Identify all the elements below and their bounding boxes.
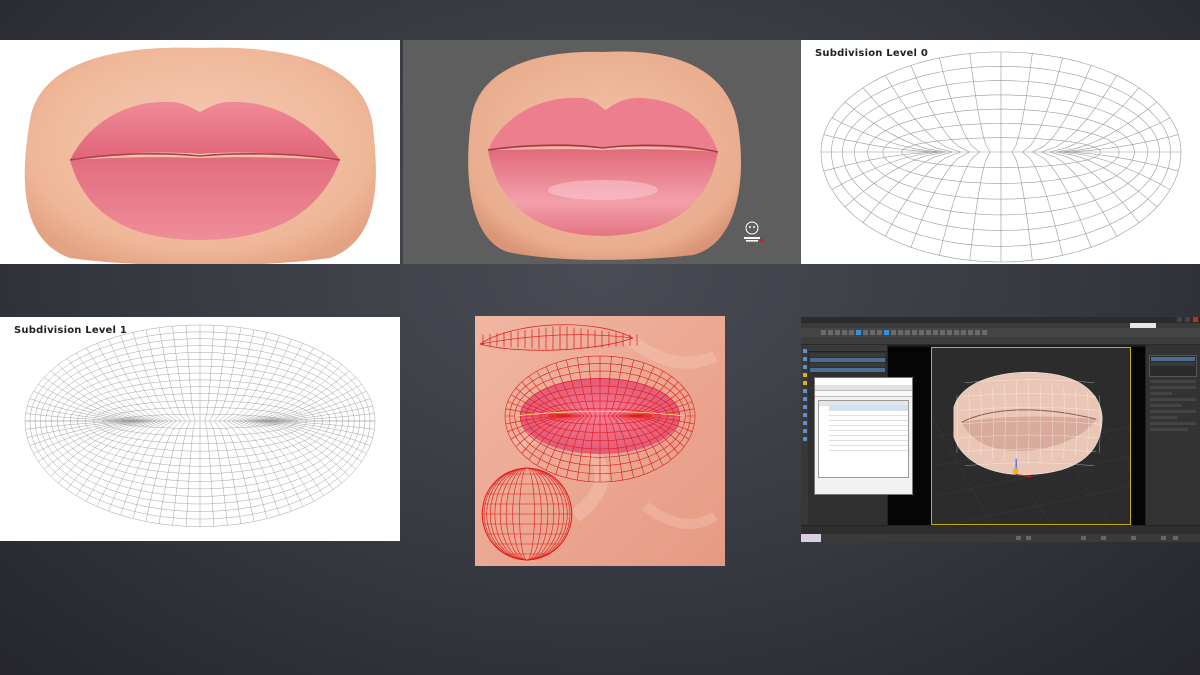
tool-icon[interactable] [802,405,807,409]
command-panel[interactable] [1145,345,1200,525]
perspective-viewport[interactable] [931,347,1131,525]
tool-icon[interactable] [802,365,807,369]
tool-button[interactable] [849,330,854,335]
tool-button[interactable] [919,330,924,335]
tool-button[interactable] [828,330,833,335]
tool-icon[interactable] [802,381,807,385]
3dsmax-screenshot-panel [801,317,1200,542]
viewport-lips-model [932,371,1130,524]
table-row[interactable] [829,446,908,451]
subdivision-level-0-label: Subdivision Level 0 [815,48,928,59]
tool-button[interactable] [982,330,987,335]
uv-map [475,316,725,566]
tool-icon[interactable] [802,397,807,401]
tool-button[interactable] [891,330,896,335]
tool-button[interactable] [961,330,966,335]
tool-button[interactable] [835,330,840,335]
material-dialog[interactable] [814,377,913,495]
tool-button[interactable] [877,330,882,335]
lips-render-grey [468,51,763,260]
list-item[interactable] [810,358,885,362]
ribbon[interactable] [801,337,1200,345]
list-item[interactable] [810,363,885,367]
tool-icon[interactable] [802,429,807,433]
status-bar [801,534,1200,542]
tool-button[interactable] [940,330,945,335]
wireframe-level-1 [24,324,376,527]
tool-button[interactable] [933,330,938,335]
maximize-icon[interactable] [1185,317,1190,322]
list-item[interactable] [810,353,885,357]
lips-render-white [24,47,376,264]
uv-layout-panel [475,316,725,566]
list-item[interactable] [810,368,885,372]
subdivision-level-0-panel: Subdivision Level 0 [801,40,1200,264]
dialog-title [815,378,912,385]
dialog-list[interactable] [818,400,909,478]
tool-button[interactable] [821,330,826,335]
render-grey-panel [403,40,801,264]
subdivision-level-1-panel: Subdivision Level 1 [0,317,400,541]
tool-button[interactable] [905,330,910,335]
watermark-logo-icon [744,221,763,242]
tool-button[interactable] [870,330,875,335]
tool-button[interactable] [842,330,847,335]
tool-button[interactable] [884,330,889,335]
main-toolbar[interactable] [801,328,1200,337]
tool-button[interactable] [947,330,952,335]
render-white-panel [0,40,400,264]
tool-button[interactable] [968,330,973,335]
tool-button[interactable] [863,330,868,335]
left-toolbar[interactable] [801,345,808,525]
tool-icon[interactable] [802,421,807,425]
tool-button[interactable] [856,330,861,335]
tool-icon[interactable] [802,349,807,353]
tool-icon[interactable] [802,373,807,377]
tool-icon[interactable] [802,413,807,417]
tool-icon[interactable] [802,437,807,441]
minimize-icon[interactable] [1177,317,1182,322]
tool-button[interactable] [954,330,959,335]
tool-button[interactable] [926,330,931,335]
tool-icon[interactable] [802,357,807,361]
timeline[interactable] [801,525,1200,534]
tool-icon[interactable] [802,389,807,393]
wireframe-level-0 [820,51,1182,263]
tool-button[interactable] [898,330,903,335]
close-icon[interactable] [1193,317,1198,322]
subdivision-level-1-label: Subdivision Level 1 [14,325,127,336]
tool-button[interactable] [912,330,917,335]
tool-button[interactable] [975,330,980,335]
